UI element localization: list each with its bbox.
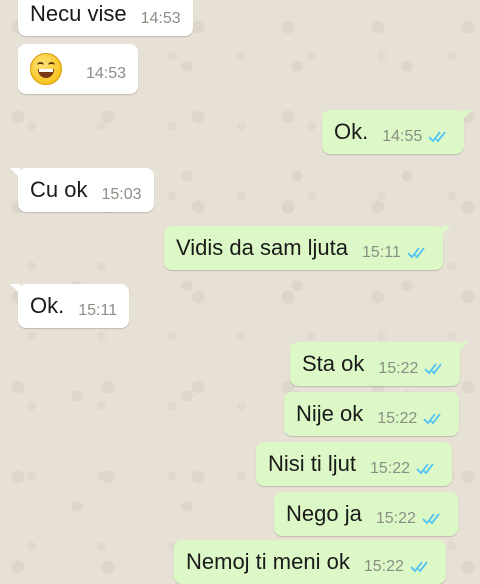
double-check-icon xyxy=(410,561,428,573)
double-check-icon xyxy=(422,513,440,525)
message-bubble-outgoing[interactable]: Nisi ti ljut 15:22 xyxy=(256,442,453,486)
message-time: 14:53 xyxy=(140,10,181,27)
message-text: Nije ok xyxy=(296,401,364,426)
message-text: Nisi ti ljut xyxy=(268,451,357,476)
message-meta: 15:22 xyxy=(364,558,434,576)
message-time: 15:03 xyxy=(101,186,142,203)
message-bubble-outgoing[interactable]: Nemoj ti meni ok 15:22 xyxy=(174,540,446,584)
message-bubble-outgoing[interactable]: Vidis da sam ljuta 15:11 xyxy=(164,226,451,270)
message-time: 15:11 xyxy=(78,302,118,319)
message-meta: 15:22 xyxy=(376,510,446,528)
message-text: Sta ok xyxy=(302,351,365,376)
message-time: 15:22 xyxy=(378,360,419,377)
double-check-icon xyxy=(428,131,446,143)
message-meta: 14:55 xyxy=(382,128,452,146)
message-bubble-outgoing[interactable]: Sta ok 15:22 xyxy=(290,342,469,386)
message-meta: 14:53 xyxy=(141,10,181,28)
message-text: Nego ja xyxy=(286,501,362,526)
double-check-icon xyxy=(423,413,442,425)
message-meta: 15:11 xyxy=(362,244,431,262)
message-time: 15:22 xyxy=(363,558,404,575)
message-meta: 14:53 xyxy=(86,65,126,83)
message-time: 14:55 xyxy=(382,128,423,145)
message-text: Ok. xyxy=(30,293,65,318)
message-bubble-incoming[interactable]: Cu ok 15:03 xyxy=(10,168,154,212)
message-text: Ok. xyxy=(334,119,369,144)
message-text: Cu ok xyxy=(30,177,88,202)
double-check-icon xyxy=(416,463,434,475)
message-bubble-outgoing[interactable]: Nije ok 15:22 xyxy=(284,392,460,436)
message-time: 15:22 xyxy=(375,510,416,527)
message-bubble-incoming[interactable]: Ok. 15:11 xyxy=(10,284,130,328)
message-text: Nemoj ti meni ok xyxy=(186,549,350,574)
message-meta: 15:22 xyxy=(370,460,440,478)
message-time: 15:22 xyxy=(377,410,418,427)
message-bubble-incoming[interactable]: Necu vise 14:53 xyxy=(18,0,193,36)
message-meta: 15:22 xyxy=(378,360,448,378)
message-bubble-outgoing[interactable]: Nego ja 15:22 xyxy=(274,492,458,536)
message-meta: 15:22 xyxy=(377,410,447,428)
message-time: 15:11 xyxy=(362,244,401,261)
message-meta: 15:03 xyxy=(101,186,141,204)
message-meta: 15:11 xyxy=(78,302,117,320)
message-bubble-incoming[interactable]: 14:53 xyxy=(18,44,139,94)
double-check-icon xyxy=(407,247,425,259)
message-text: Vidis da sam ljuta xyxy=(176,235,349,260)
message-time: 14:53 xyxy=(86,65,127,82)
message-text: Necu vise xyxy=(30,1,127,26)
message-bubble-outgoing[interactable]: Ok. 14:55 xyxy=(322,110,473,154)
double-check-icon xyxy=(424,363,443,375)
message-time: 15:22 xyxy=(370,460,411,477)
grinning-face-icon xyxy=(30,53,62,85)
